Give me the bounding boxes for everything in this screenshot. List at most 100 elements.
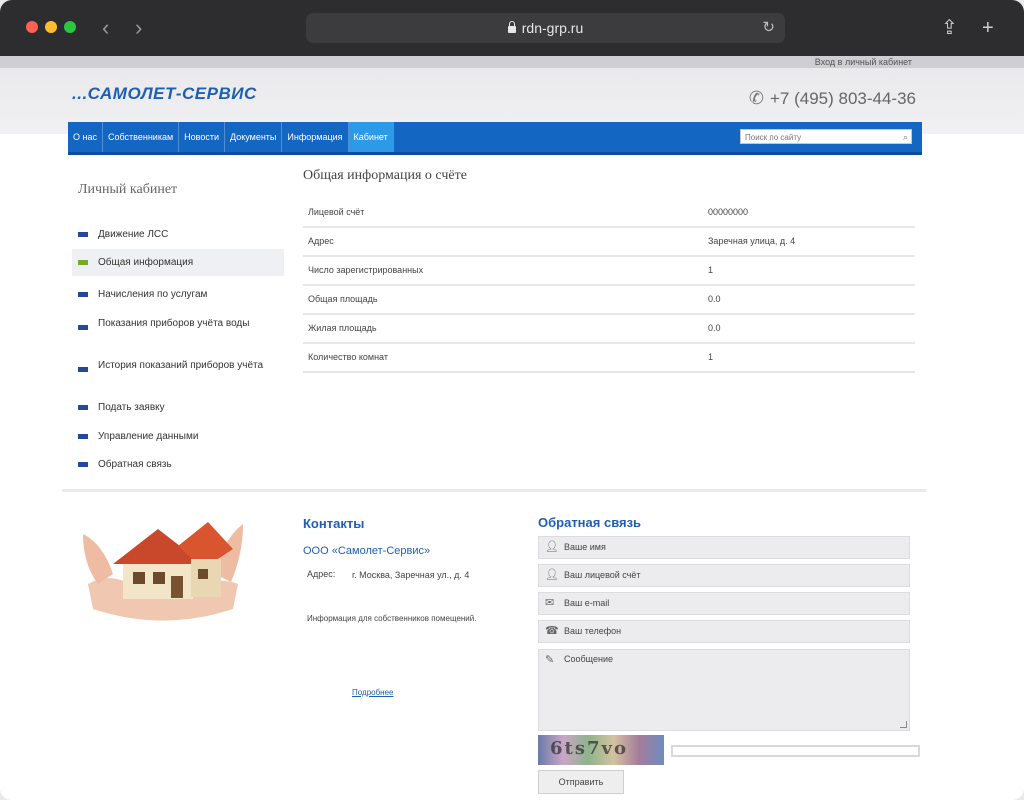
sidebar-item-label: Показания приборов учёта воды [98, 318, 250, 329]
sidebar-item-feedback[interactable]: Обратная связь [72, 458, 284, 471]
row-label: Лицевой счёт [308, 207, 365, 217]
sidebar-item-charges[interactable]: Начисления по услугам [72, 288, 284, 301]
site-logo[interactable]: ...САМОЛЕТ-СЕРВИС [72, 84, 257, 104]
footer-note: Информация для собственников помещений. [307, 614, 477, 623]
nav-item-documents[interactable]: Документы [225, 122, 283, 152]
table-row: Общая площадь 0.0 [303, 286, 915, 315]
table-row: Адрес Заречная улица, д. 4 [303, 228, 915, 257]
back-arrow-icon[interactable]: ‹ [102, 14, 109, 42]
browser-toolbar: ‹ › rdn-grp.ru ↻ ⇪ + [0, 0, 1024, 56]
message-textarea[interactable]: ✎ Сообщение [538, 649, 910, 731]
sidebar-item-label: История показаний приборов учёта [98, 360, 264, 371]
field-placeholder: Ваш телефон [564, 626, 622, 636]
row-label: Общая площадь [308, 294, 378, 304]
main-navigation: О нас Собственникам Новости Документы Ин… [68, 122, 922, 155]
sidebar-item-label: Управление данными [98, 431, 199, 442]
row-label: Адрес [308, 236, 334, 246]
bullet-icon [78, 462, 88, 467]
captcha-image: 6ts7vo [538, 735, 664, 765]
bullet-icon [78, 292, 88, 297]
address-bar[interactable]: rdn-grp.ru ↻ [306, 13, 785, 43]
sidebar-item-label: Подать заявку [98, 402, 165, 413]
row-value: 00000000 [708, 207, 749, 217]
phone-field[interactable]: ☎ Ваш телефон [538, 620, 910, 643]
forward-arrow-icon[interactable]: › [135, 14, 142, 42]
cabinet-login-link[interactable]: Вход в личный кабинет [815, 56, 912, 68]
submit-button[interactable]: Отправить [538, 770, 624, 794]
sidebar-item-label: Обратная связь [98, 459, 172, 470]
sidebar-item-label: Общая информация [98, 257, 194, 268]
row-label: Количество комнат [308, 352, 388, 362]
bullet-icon [78, 367, 88, 372]
more-link[interactable]: Подробнее [352, 688, 394, 697]
nav-item-cabinet[interactable]: Кабинет [348, 122, 394, 152]
bullet-icon [78, 434, 88, 439]
sidebar-item-label: Начисления по услугам [98, 289, 208, 300]
captcha-input[interactable] [671, 745, 920, 757]
field-placeholder: Сообщение [564, 654, 613, 664]
search-icon[interactable]: ⌕ [903, 130, 908, 145]
field-placeholder: Ваш лицевой счёт [564, 570, 641, 580]
sidebar-item-request[interactable]: Подать заявку [72, 401, 284, 414]
account-info-table: Лицевой счёт 00000000 Адрес Заречная улица… [303, 199, 915, 373]
sidebar-item-data[interactable]: Управление данными [72, 430, 284, 443]
bullet-icon [78, 232, 88, 237]
row-value: 0.0 [708, 294, 721, 304]
sidebar-item-general-info[interactable]: Общая информация [72, 249, 284, 276]
row-value: 1 [708, 352, 714, 362]
address-label: Адрес: [307, 569, 336, 579]
search-input[interactable]: Поиск по сайту ⌕ [740, 129, 912, 144]
nav-item-info[interactable]: Информация [282, 122, 349, 152]
row-value: 0.0 [708, 323, 721, 333]
bullet-icon [78, 260, 88, 265]
resize-handle[interactable] [900, 721, 907, 728]
user-icon: 👤︎ [545, 569, 559, 581]
section-divider [62, 489, 926, 492]
name-field[interactable]: 👤︎ Ваше имя [538, 536, 910, 559]
account-field[interactable]: 👤︎ Ваш лицевой счёт [538, 564, 910, 587]
sidebar-item-meter-history[interactable]: История показаний приборов учёта [72, 359, 284, 372]
user-icon: 👤︎ [545, 541, 559, 553]
contacts-title: Контакты [303, 516, 365, 531]
search-placeholder: Поиск по сайту [745, 133, 802, 142]
table-row: Лицевой счёт 00000000 [303, 199, 915, 228]
table-row: Количество комнат 1 [303, 344, 915, 373]
bullet-icon [78, 325, 88, 330]
lock-icon [507, 21, 516, 33]
sidebar-item-movement[interactable]: Движение ЛСС [72, 228, 284, 241]
page-title: Общая информация о счёте [303, 168, 467, 183]
top-bar: Вход в личный кабинет [0, 56, 1024, 68]
nav-item-about[interactable]: О нас [68, 122, 103, 152]
sidebar-title: Личный кабинет [78, 182, 178, 197]
email-field[interactable]: ✉ Ваш e-mail [538, 592, 910, 615]
field-placeholder: Ваше имя [564, 542, 606, 552]
reload-icon[interactable]: ↻ [762, 13, 775, 43]
sidebar-item-meters[interactable]: Показания приборов учёта воды [72, 317, 284, 330]
row-label: Жилая площадь [308, 323, 377, 333]
feedback-title: Обратная связь [538, 515, 642, 530]
field-placeholder: Ваш e-mail [564, 598, 610, 608]
close-window-button[interactable] [26, 21, 38, 33]
phone-text: +7 (495) 803-44-36 [769, 89, 916, 108]
phone-icon: ✆ [748, 88, 764, 108]
captcha-text: 6ts7vo [550, 738, 628, 759]
nav-item-news[interactable]: Новости [179, 122, 225, 152]
bullet-icon [78, 405, 88, 410]
phone-number: ✆ +7 (495) 803-44-36 [749, 88, 916, 109]
sidebar-item-label: Движение ЛСС [98, 229, 169, 240]
new-tab-icon[interactable]: + [982, 14, 994, 42]
row-label: Число зарегистрированных [308, 265, 424, 275]
nav-item-owners[interactable]: Собственникам [103, 122, 180, 152]
minimize-window-button[interactable] [45, 21, 57, 33]
house-in-hands-image [83, 522, 243, 621]
browser-window: ‹ › rdn-grp.ru ↻ ⇪ + Вход в личный кабин… [0, 0, 1024, 800]
company-name-link[interactable]: ООО «Самолет-Сервис» [303, 545, 430, 557]
zoom-window-button[interactable] [64, 21, 76, 33]
web-page: Вход в личный кабинет ...САМОЛЕТ-СЕРВИС … [0, 56, 1024, 800]
url-text: rdn-grp.ru [521, 20, 584, 36]
share-icon[interactable]: ⇪ [941, 14, 958, 42]
row-value: Заречная улица, д. 4 [708, 236, 796, 246]
row-value: 1 [708, 265, 714, 275]
phone-icon: ☎ [545, 625, 559, 637]
table-row: Число зарегистрированных 1 [303, 257, 915, 286]
